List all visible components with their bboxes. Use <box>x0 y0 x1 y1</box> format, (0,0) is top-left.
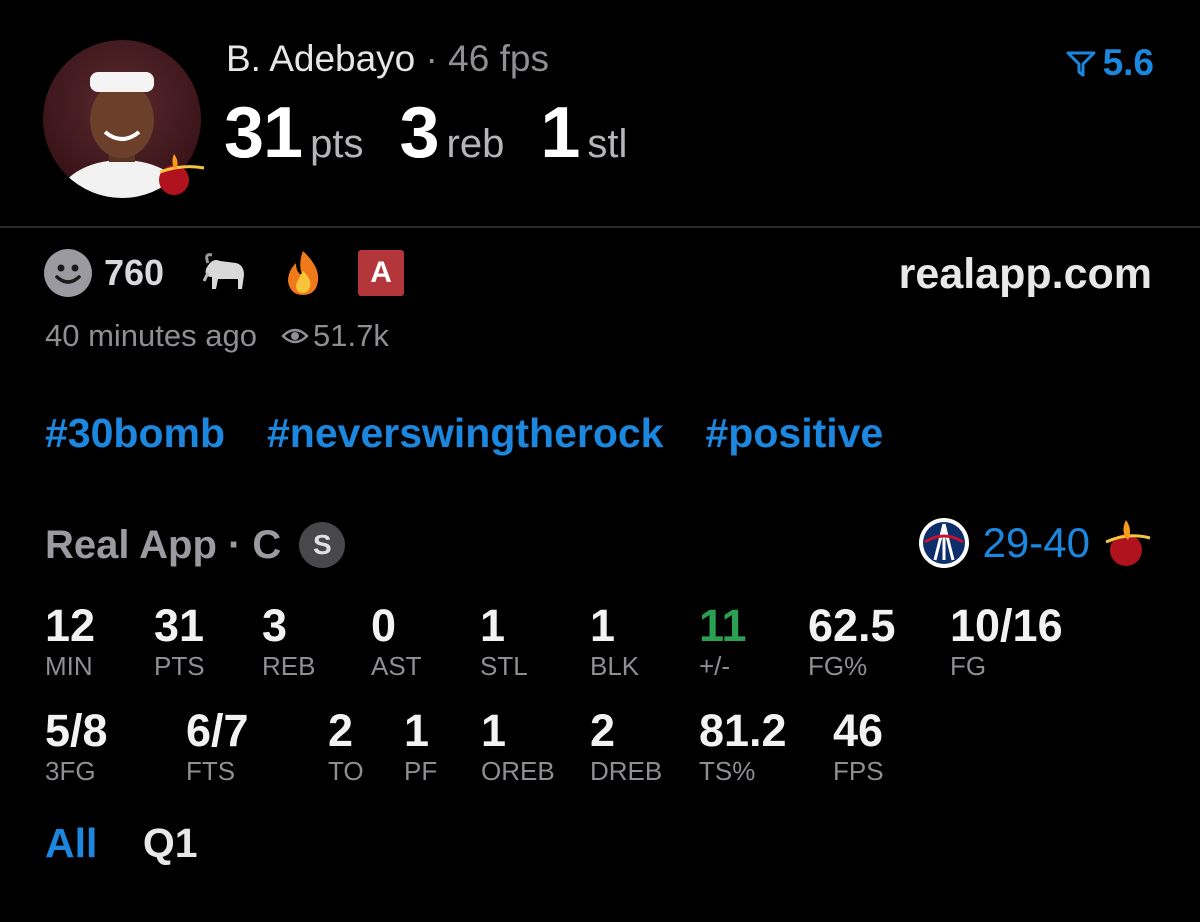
stat-label: FTS <box>186 756 236 786</box>
stat-min: 12 MIN <box>45 600 96 681</box>
stat-value: 31 <box>154 600 205 651</box>
stat-label: BLK <box>590 651 640 681</box>
stat-pts: 31 PTS <box>154 600 205 681</box>
stat-ast: 0 AST <box>371 600 422 681</box>
heat-logo-icon <box>1105 520 1151 566</box>
headline-steals-value: 1 <box>540 93 580 173</box>
stat-source: Real App · C S <box>45 522 346 568</box>
stat-label: STL <box>480 651 528 681</box>
stat-fts: 6/7 FTS <box>186 705 249 786</box>
stat-label: TO <box>328 756 364 786</box>
smile-icon[interactable] <box>44 249 92 297</box>
stat-ts-pct: 81.2 TS% <box>699 705 787 786</box>
rating-value: 5.6 <box>1102 42 1154 83</box>
game-score[interactable]: 29-40 <box>917 516 1152 570</box>
headline-points-value: 31 <box>224 93 303 173</box>
grade-badge[interactable]: A <box>358 250 405 296</box>
period-tabs: All Q1 <box>45 820 198 867</box>
stat-fg-pct: 62.5 FG% <box>808 600 896 681</box>
stat-value: 10/16 <box>950 600 1063 651</box>
stat-label: FPS <box>833 756 884 786</box>
stat-label: AST <box>371 651 422 681</box>
stat-label: TS% <box>699 756 756 786</box>
stat-label: OREB <box>481 756 555 786</box>
headline-points-unit: pts <box>310 122 364 166</box>
stat-3fg: 5/8 3FG <box>45 705 108 786</box>
fire-icon[interactable] <box>280 249 326 297</box>
stat-label: PTS <box>154 651 205 681</box>
stat-fg: 10/16 FG <box>950 600 1063 681</box>
header-divider <box>0 226 1200 228</box>
stat-label: FG <box>950 651 987 681</box>
stat-value: 46 <box>833 705 884 756</box>
s-badge[interactable]: S <box>299 522 346 568</box>
source-label: Real App · C <box>45 522 282 567</box>
player-fps: 46 fps <box>448 38 549 79</box>
stat-value: 0 <box>371 600 397 651</box>
eye-icon <box>281 328 309 344</box>
stat-blk: 1 BLK <box>590 600 640 681</box>
post-meta: 40 minutes ago 51.7k <box>45 318 389 354</box>
stat-value: 1 <box>404 705 430 756</box>
rating-badge[interactable]: 5.6 <box>1065 42 1154 84</box>
stat-value: 1 <box>481 705 507 756</box>
stat-label: 3FG <box>45 756 96 786</box>
stat-label: PF <box>404 756 438 786</box>
time-ago: 40 minutes ago <box>45 318 257 353</box>
site-link[interactable]: realapp.com <box>899 250 1152 299</box>
stat-value: 11 <box>699 600 747 651</box>
stat-label: DREB <box>590 756 663 786</box>
goat-icon[interactable] <box>198 249 252 297</box>
title-separator: · <box>425 38 438 79</box>
stat-value: 62.5 <box>808 600 896 651</box>
stat-plus-minus: 11 +/- <box>699 600 747 681</box>
stat-value: 12 <box>45 600 96 651</box>
stat-label: MIN <box>45 651 93 681</box>
view-count: 51.7k <box>312 318 389 353</box>
hashtag-neverswingtherock[interactable]: #neverswingtherock <box>267 410 664 456</box>
stat-to: 2 TO <box>328 705 364 786</box>
tab-q1[interactable]: Q1 <box>143 820 198 866</box>
stat-value: 81.2 <box>699 705 787 756</box>
stat-dreb: 2 DREB <box>590 705 663 786</box>
stat-label: +/- <box>699 651 731 681</box>
headline-stats: 31 pts 3 reb 1 stl <box>224 92 663 174</box>
heat-logo-icon <box>156 150 208 198</box>
wizards-logo-icon <box>918 518 969 568</box>
rating-funnel-icon <box>1066 51 1096 77</box>
player-title: B. Adebayo · 46 fps <box>226 38 549 80</box>
stat-reb: 3 REB <box>262 600 316 681</box>
stat-value: 2 <box>328 705 354 756</box>
stat-value: 3 <box>262 600 288 651</box>
stat-value: 1 <box>480 600 506 651</box>
stat-label: REB <box>262 651 316 681</box>
player-name[interactable]: B. Adebayo <box>226 38 415 79</box>
stat-label: FG% <box>808 651 868 681</box>
score-text: 29-40 <box>982 519 1090 566</box>
stat-value: 6/7 <box>186 705 249 756</box>
headline-steals-unit: stl <box>587 122 628 166</box>
headline-rebounds-unit: reb <box>446 122 505 166</box>
headline-rebounds-value: 3 <box>399 93 439 173</box>
reaction-count: 760 <box>104 252 165 293</box>
stat-oreb: 1 OREB <box>481 705 555 786</box>
stat-value: 5/8 <box>45 705 108 756</box>
tab-all[interactable]: All <box>45 820 97 866</box>
stat-value: 2 <box>590 705 616 756</box>
hashtag-positive[interactable]: #positive <box>706 410 884 456</box>
stat-value: 1 <box>590 600 616 651</box>
stat-pf: 1 PF <box>404 705 438 786</box>
hashtag-30bomb[interactable]: #30bomb <box>45 410 225 456</box>
reactions-row: 760 A <box>44 249 405 297</box>
hashtag-list: #30bomb #neverswingtherock #positive <box>45 410 925 457</box>
stat-fps: 46 FPS <box>833 705 884 786</box>
stat-stl: 1 STL <box>480 600 528 681</box>
